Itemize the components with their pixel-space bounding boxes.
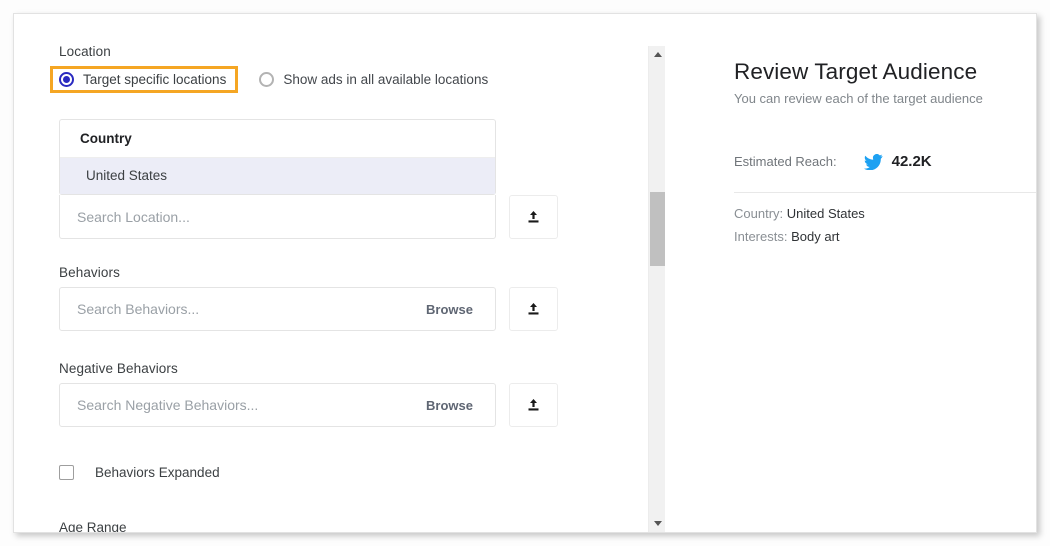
behaviors-browse-button[interactable]: Browse	[426, 302, 473, 317]
estimated-reach-row: Estimated Reach: 42.2K	[734, 153, 1036, 170]
negative-behaviors-label: Negative Behaviors	[59, 361, 178, 376]
location-radio-group: Target specific locations Show ads in al…	[50, 66, 636, 93]
review-audience-pane: Review Target Audience You can review ea…	[666, 14, 1036, 532]
summary-interests-row: Interests: Body art	[734, 229, 1036, 244]
estimated-reach-label: Estimated Reach:	[734, 154, 837, 169]
radio-show-ads-all-locations-label: Show ads in all available locations	[283, 72, 489, 87]
country-table: Country United States	[59, 119, 496, 195]
upload-icon	[528, 210, 539, 222]
negative-behaviors-search-placeholder: Search Negative Behaviors...	[77, 397, 259, 413]
checkbox-unchecked-icon	[59, 465, 74, 480]
estimated-reach-value: 42.2K	[891, 153, 932, 170]
behaviors-search-input[interactable]: Search Behaviors... Browse	[59, 287, 496, 331]
table-row[interactable]: United States	[60, 158, 495, 194]
form-scrollbar[interactable]	[648, 46, 665, 532]
location-upload-button[interactable]	[509, 195, 558, 239]
scrollbar-thumb[interactable]	[650, 192, 665, 266]
location-search-row: Search Location...	[59, 195, 559, 239]
summary-country-row: Country: United States	[734, 206, 1036, 221]
radio-target-specific-locations-label: Target specific locations	[83, 72, 227, 87]
behaviors-search-placeholder: Search Behaviors...	[77, 301, 200, 317]
targeting-dialog-card: Location Target specific locations Show …	[13, 13, 1037, 533]
summary-interests-value: Body art	[791, 229, 840, 244]
chevron-down-icon	[653, 521, 662, 526]
summary-divider	[734, 192, 1036, 193]
radio-target-specific-locations[interactable]: Target specific locations	[50, 66, 239, 93]
country-table-header: Country	[60, 120, 495, 158]
chevron-up-icon	[653, 52, 662, 57]
negative-behaviors-search-input[interactable]: Search Negative Behaviors... Browse	[59, 383, 496, 427]
location-search-input[interactable]: Search Location...	[59, 195, 496, 239]
age-range-label: Age Range	[59, 520, 127, 532]
scroll-down-button[interactable]	[649, 515, 666, 532]
radio-selected-icon	[59, 72, 74, 87]
upload-icon	[528, 302, 539, 314]
location-search-placeholder: Search Location...	[77, 208, 190, 225]
behaviors-label: Behaviors	[59, 265, 120, 280]
twitter-bird-icon	[863, 153, 883, 170]
summary-country-key: Country:	[734, 206, 784, 221]
behaviors-expanded-label: Behaviors Expanded	[95, 465, 220, 480]
radio-show-ads-all-locations[interactable]: Show ads in all available locations	[259, 66, 488, 93]
targeting-form-pane: Location Target specific locations Show …	[14, 14, 636, 532]
app-root: Location Target specific locations Show …	[0, 0, 1050, 546]
radio-unselected-icon	[259, 72, 275, 87]
page-title: Review Target Audience	[734, 59, 978, 84]
summary-country-value: United States	[786, 206, 865, 221]
negative-behaviors-row: Search Negative Behaviors... Browse	[59, 383, 559, 427]
page-subtitle: You can review each of the target audien…	[734, 91, 983, 106]
scroll-up-button[interactable]	[649, 46, 666, 63]
negative-behaviors-upload-button[interactable]	[509, 383, 558, 427]
upload-icon	[528, 398, 539, 410]
behaviors-upload-button[interactable]	[509, 287, 558, 331]
behaviors-expanded-checkbox[interactable]: Behaviors Expanded	[59, 465, 636, 480]
location-label: Location	[59, 44, 111, 59]
summary-interests-key: Interests:	[734, 229, 788, 244]
negative-behaviors-browse-button[interactable]: Browse	[426, 398, 473, 413]
behaviors-row: Search Behaviors... Browse	[59, 287, 559, 331]
